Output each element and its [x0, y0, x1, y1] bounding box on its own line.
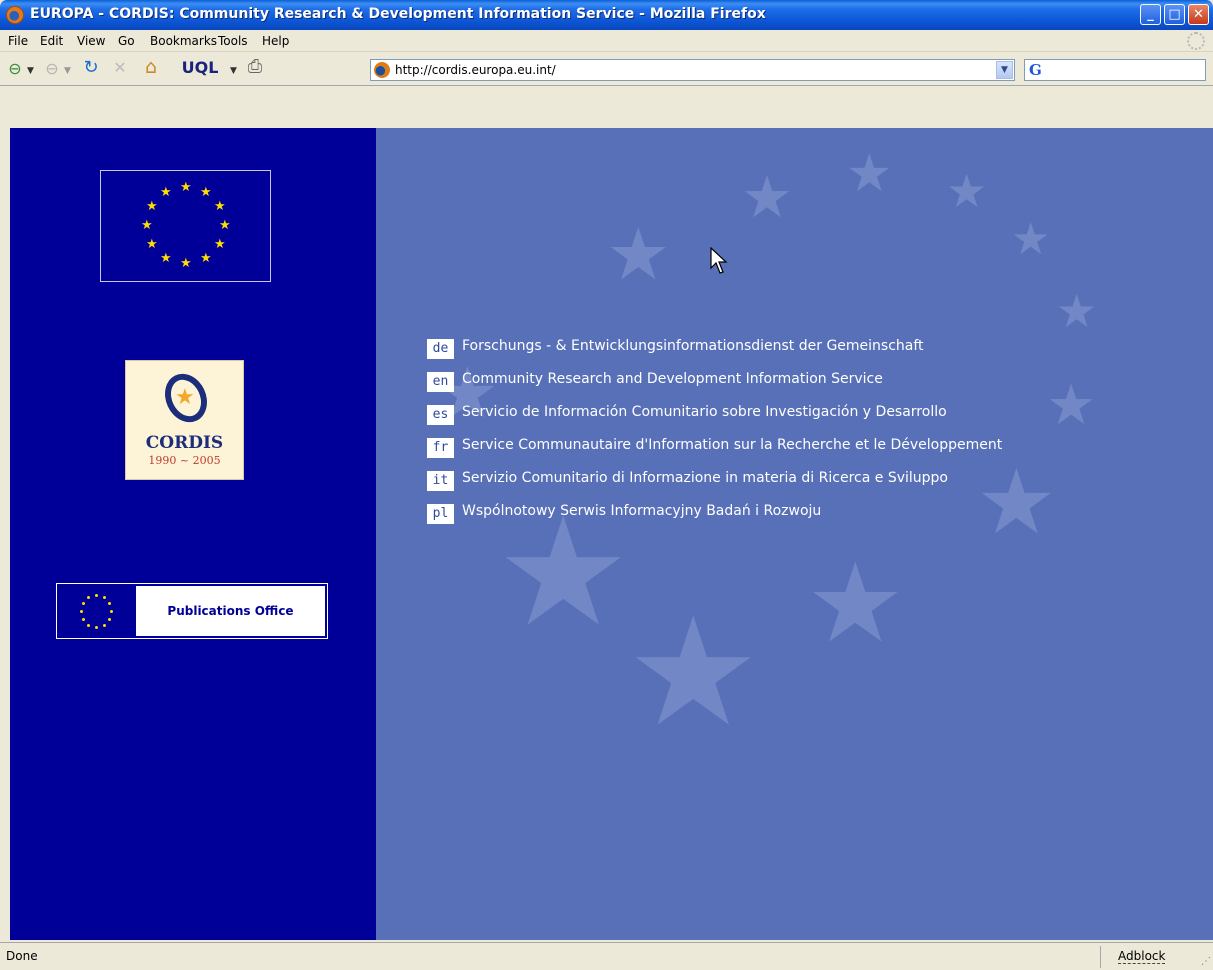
lang-link[interactable]: Community Research and Development Infor… [462, 371, 883, 387]
flag-star-icon: ★ [146, 237, 158, 252]
lang-link[interactable]: Servizio Comunitario di Informazione in … [462, 470, 948, 486]
lang-code-badge[interactable]: it [427, 471, 454, 491]
print-icon[interactable]: ⎙ [244, 57, 266, 77]
publications-office-label[interactable]: Publications Office [136, 586, 325, 636]
lang-code-badge[interactable]: de [427, 339, 454, 359]
mouse-cursor-icon [710, 247, 728, 274]
throbber-icon [1187, 32, 1205, 50]
close-button[interactable]: ✕ [1188, 4, 1209, 25]
menu-go[interactable]: Go [118, 34, 135, 48]
window-title: EUROPA - CORDIS: Community Research & De… [30, 6, 766, 22]
flag-star-icon: ★ [200, 185, 212, 200]
right-panel: ★ ★ ★ ★ ★ ★ ★ ★ ★ ★ ★ ★ [376, 128, 1213, 940]
lang-code-badge[interactable]: en [427, 372, 454, 392]
language-item-pl[interactable]: pl Wspólnotowy Serwis Informacyjny Badań… [427, 501, 1127, 534]
flag-star-icon: ★ [160, 251, 172, 266]
language-list: de Forschungs - & Entwicklungsinformatio… [427, 336, 1127, 534]
background-star-icon: ★ [626, 586, 761, 760]
url-bar[interactable]: http://cordis.europa.eu.int/ ▼ [370, 59, 1015, 81]
uql-dropdown-icon[interactable]: ▼ [230, 61, 237, 81]
home-icon[interactable]: ⌂ [140, 57, 162, 77]
menu-bar: File Edit View Go Bookmarks Tools Help [0, 30, 1213, 52]
lang-link[interactable]: Forschungs - & Entwicklungsinformationsd… [462, 338, 924, 354]
flag-star-icon: ★ [180, 180, 192, 195]
status-divider [1100, 946, 1101, 968]
background-star-icon: ★ [606, 212, 671, 296]
background-star-icon: ★ [946, 164, 988, 218]
forward-arrow-icon[interactable]: ⊖ [42, 59, 62, 79]
resize-grip-icon[interactable]: ⋰ [1201, 956, 1211, 967]
background-star-icon: ★ [1011, 214, 1051, 265]
language-item-en[interactable]: en Community Research and Development In… [427, 369, 1127, 402]
navigation-toolbar: ⊖ ▼ ⊖ ▼ ↻ ✕ ⌂ UQL ▼ ⎙ http://cordis.euro… [0, 52, 1213, 86]
background-star-icon: ★ [846, 144, 893, 204]
url-dropdown-button[interactable]: ▼ [996, 61, 1013, 79]
url-text[interactable]: http://cordis.europa.eu.int/ [395, 63, 556, 77]
cordis-star-icon: ★ [175, 385, 195, 410]
menu-edit[interactable]: Edit [40, 34, 63, 48]
flag-star-icon: ★ [214, 237, 226, 252]
flag-star-icon: ★ [180, 256, 192, 271]
back-dropdown-icon[interactable]: ▼ [27, 61, 34, 81]
lang-code-badge[interactable]: pl [427, 504, 454, 524]
menu-file[interactable]: File [8, 34, 28, 48]
menu-bookmarks[interactable]: Bookmarks [150, 34, 217, 48]
publications-office-link[interactable]: Publications Office [56, 583, 328, 639]
flag-star-icon: ★ [214, 199, 226, 214]
title-bar: EUROPA - CORDIS: Community Research & De… [0, 0, 1213, 30]
language-item-es[interactable]: es Servicio de Información Comunitario s… [427, 402, 1127, 435]
background-star-icon: ★ [741, 163, 793, 231]
status-text: Done [6, 949, 38, 963]
lang-code-badge[interactable]: es [427, 405, 454, 425]
flag-star-icon: ★ [146, 199, 158, 214]
stop-icon[interactable]: ✕ [110, 58, 130, 78]
site-favicon-icon [374, 62, 390, 78]
menu-tools[interactable]: Tools [218, 34, 248, 48]
language-item-fr[interactable]: fr Service Communautaire d'Information s… [427, 435, 1127, 468]
flag-star-icon: ★ [219, 218, 231, 233]
background-star-icon: ★ [1056, 284, 1098, 338]
reload-icon[interactable]: ↻ [80, 58, 102, 78]
forward-dropdown-icon[interactable]: ▼ [64, 61, 71, 81]
maximize-button[interactable]: □ [1164, 4, 1185, 25]
cordis-wordmark: CORDIS [145, 433, 224, 453]
uql-button[interactable]: UQL [170, 58, 230, 78]
mini-eu-flag-icon [57, 584, 136, 638]
eu-flag-logo: ★ ★ ★ ★ ★ ★ ★ ★ ★ ★ ★ ★ [100, 170, 271, 282]
cordis-years: 1990 ~ 2005 [148, 454, 221, 467]
language-item-it[interactable]: it Servizio Comunitario di Informazione … [427, 468, 1127, 501]
lang-link[interactable]: Servicio de Información Comunitario sobr… [462, 404, 947, 420]
lang-link[interactable]: Wspólnotowy Serwis Informacyjny Badań i … [462, 503, 821, 519]
flag-star-icon: ★ [141, 218, 153, 233]
status-bar: Done Adblock ⋰ [0, 942, 1213, 970]
minimize-button[interactable]: _ [1140, 4, 1161, 25]
google-search-engine-icon[interactable]: G [1029, 61, 1042, 79]
flag-star-icon: ★ [160, 185, 172, 200]
language-item-de[interactable]: de Forschungs - & Entwicklungsinformatio… [427, 336, 1127, 369]
lang-link[interactable]: Service Communautaire d'Information sur … [462, 437, 1002, 453]
background-star-icon: ★ [806, 539, 905, 667]
back-arrow-icon[interactable]: ⊖ [5, 59, 25, 79]
firefox-icon [6, 6, 24, 24]
menu-view[interactable]: View [77, 34, 105, 48]
menu-help[interactable]: Help [262, 34, 289, 48]
cordis-logo[interactable]: ★ CORDIS 1990 ~ 2005 [125, 360, 244, 480]
adblock-button[interactable]: Adblock [1118, 949, 1166, 964]
search-box[interactable]: G [1024, 59, 1206, 81]
window-left-frame [0, 86, 10, 942]
lang-code-badge[interactable]: fr [427, 438, 454, 458]
flag-star-icon: ★ [200, 251, 212, 266]
